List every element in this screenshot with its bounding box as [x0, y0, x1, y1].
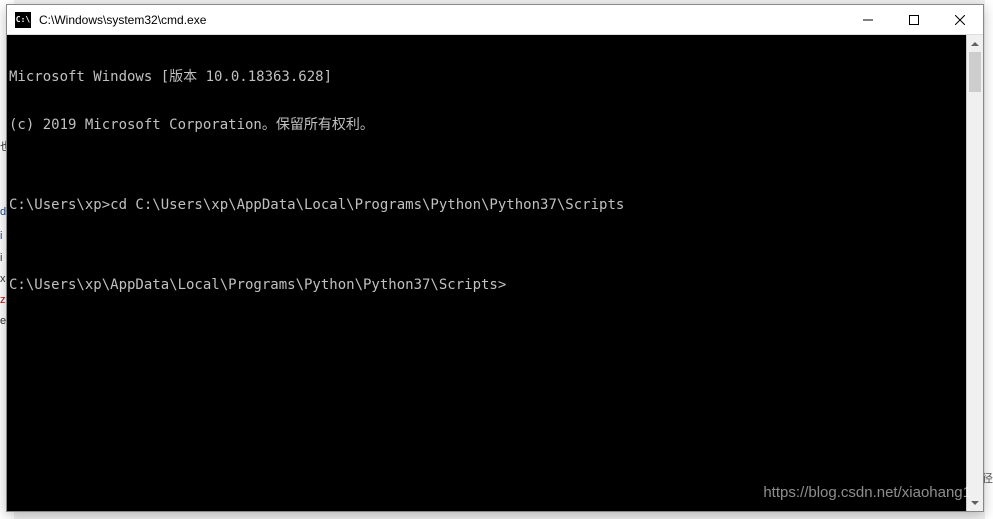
close-icon [955, 15, 965, 25]
titlebar[interactable]: C:\ C:\Windows\system32\cmd.exe [7, 5, 983, 35]
close-button[interactable] [937, 5, 983, 34]
vertical-scrollbar[interactable] [966, 35, 983, 511]
maximize-button[interactable] [891, 5, 937, 34]
scrollbar-thumb[interactable] [969, 52, 981, 92]
console-output[interactable]: Microsoft Windows [版本 10.0.18363.628] (c… [7, 35, 966, 511]
background-right-hint: 径 [985, 0, 993, 519]
maximize-icon [909, 15, 919, 25]
chevron-down-icon [971, 501, 979, 505]
console-line: Microsoft Windows [版本 10.0.18363.628] [9, 69, 966, 85]
scrollbar-track[interactable] [967, 52, 983, 494]
minimize-button[interactable] [845, 5, 891, 34]
console-line: (c) 2019 Microsoft Corporation。保留所有权利。 [9, 117, 966, 133]
console-line: C:\Users\xp>cd C:\Users\xp\AppData\Local… [9, 197, 966, 213]
scrollbar-down-arrow[interactable] [967, 494, 983, 511]
window-controls [845, 5, 983, 34]
minimize-icon [863, 15, 873, 25]
cmd-window: C:\ C:\Windows\system32\cmd.exe Microsof… [6, 4, 984, 512]
chevron-up-icon [971, 42, 979, 46]
scrollbar-up-arrow[interactable] [967, 35, 983, 52]
console-prompt: C:\Users\xp\AppData\Local\Programs\Pytho… [9, 277, 966, 293]
cmd-icon: C:\ [15, 12, 31, 28]
console-area: Microsoft Windows [版本 10.0.18363.628] (c… [7, 35, 983, 511]
window-title: C:\Windows\system32\cmd.exe [39, 13, 845, 27]
